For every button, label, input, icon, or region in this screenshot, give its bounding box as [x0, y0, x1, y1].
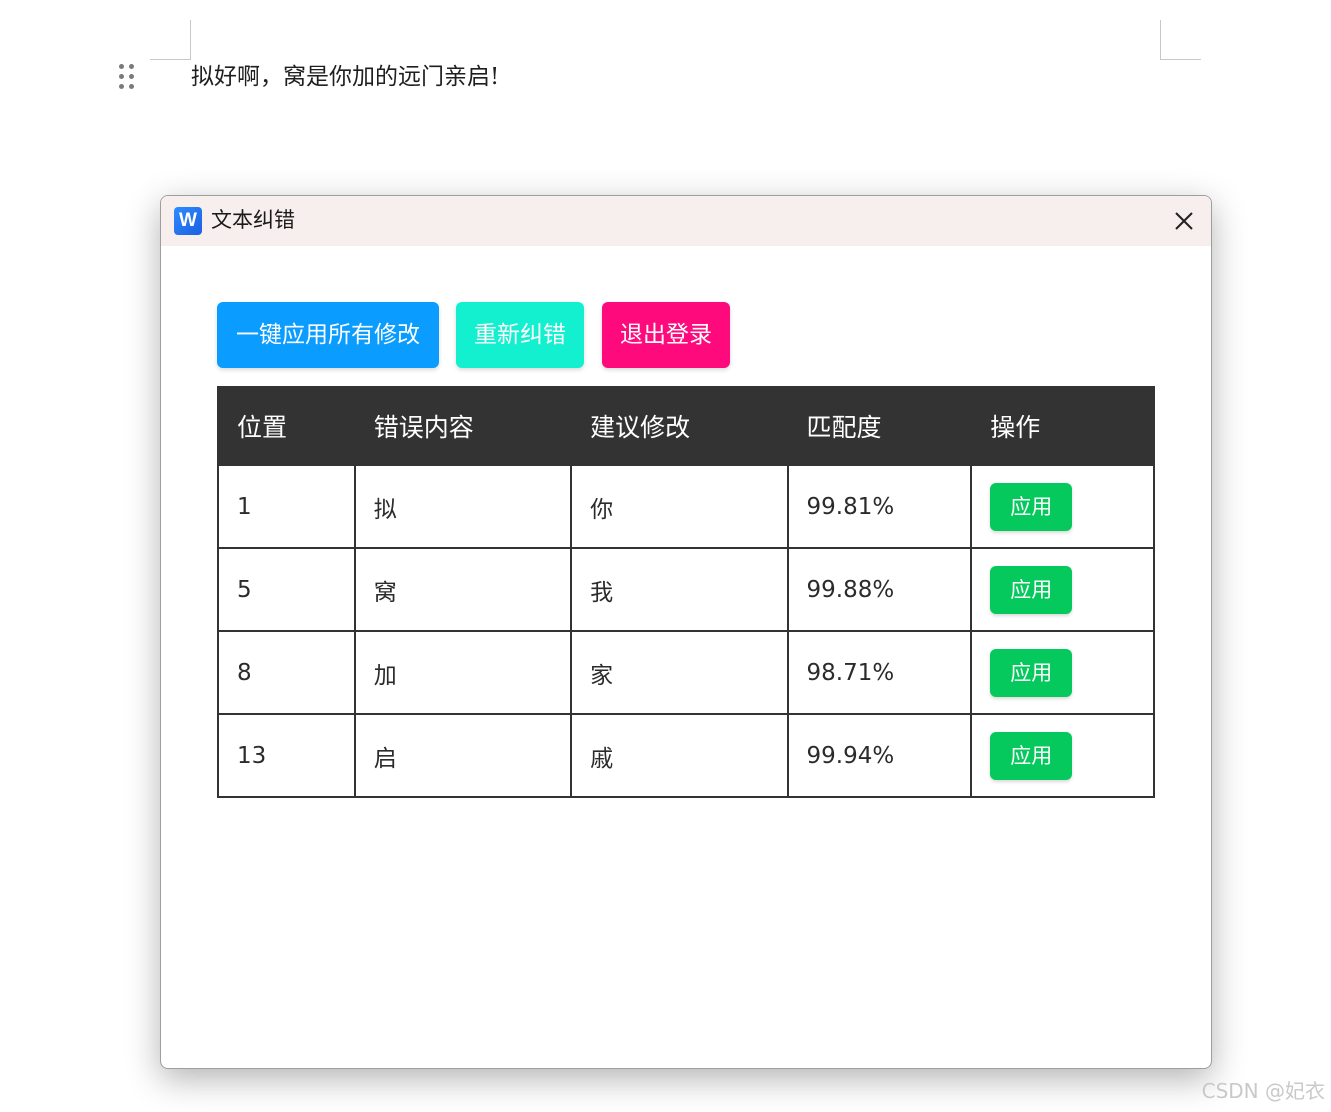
drag-dot [119, 84, 124, 89]
document-paragraph[interactable]: 拟好啊，窝是你加的远门亲启! [191, 60, 499, 94]
drag-handle-icon[interactable] [119, 64, 137, 92]
cell-suggestion: 你 [570, 464, 789, 549]
header-position: 位置 [217, 386, 356, 466]
cell-error: 启 [353, 713, 573, 798]
cell-match: 99.88% [786, 547, 973, 632]
apply-button[interactable]: 应用 [990, 482, 1073, 531]
cell-position: 13 [217, 713, 356, 798]
document-page: 拟好啊，窝是你加的远门亲启! W 文本纠错 一键应用所有修改 重新纠错 退出登录 [0, 0, 1331, 1112]
drag-dot [129, 84, 134, 89]
word-app-icon: W [174, 207, 202, 235]
cell-suggestion: 戚 [570, 713, 789, 798]
cell-action: 应用 [970, 713, 1155, 798]
drag-dot [119, 64, 124, 69]
apply-button[interactable]: 应用 [990, 731, 1073, 780]
cell-match: 99.94% [786, 713, 973, 798]
cell-match: 98.71% [786, 630, 973, 715]
cell-error: 加 [353, 630, 573, 715]
text-correction-dialog: W 文本纠错 一键应用所有修改 重新纠错 退出登录 位置 错误内容 建议修改 匹… [160, 195, 1212, 1069]
dialog-title: 文本纠错 [211, 208, 295, 232]
cell-suggestion: 家 [570, 630, 789, 715]
logout-button[interactable]: 退出登录 [602, 302, 730, 368]
dialog-titlebar: W 文本纠错 [161, 196, 1211, 246]
cell-position: 8 [217, 630, 356, 715]
drag-dot [129, 74, 134, 79]
page-corner-mark-top-right [1160, 20, 1201, 60]
apply-button[interactable]: 应用 [990, 648, 1073, 697]
correction-table: 位置 错误内容 建议修改 匹配度 操作 1 拟 你 99.81% 应用 5 窝 [217, 386, 1155, 798]
cell-action: 应用 [970, 547, 1155, 632]
cell-match: 99.81% [786, 464, 973, 549]
drag-dot [129, 64, 134, 69]
apply-all-button[interactable]: 一键应用所有修改 [217, 302, 439, 368]
table-row: 13 启 戚 99.94% 应用 [217, 713, 1155, 798]
header-error: 错误内容 [353, 386, 573, 466]
cell-suggestion: 我 [570, 547, 789, 632]
page-corner-mark-top-left [150, 20, 191, 60]
cell-action: 应用 [970, 630, 1155, 715]
cell-error: 拟 [353, 464, 573, 549]
cell-position: 5 [217, 547, 356, 632]
table-header-row: 位置 错误内容 建议修改 匹配度 操作 [217, 386, 1155, 466]
cell-position: 1 [217, 464, 356, 549]
apply-button[interactable]: 应用 [990, 565, 1073, 614]
watermark: CSDN @妃衣 [1201, 1079, 1325, 1103]
cell-action: 应用 [970, 464, 1155, 549]
cell-error: 窝 [353, 547, 573, 632]
table-row: 5 窝 我 99.88% 应用 [217, 547, 1155, 632]
header-match: 匹配度 [786, 386, 973, 466]
table-row: 8 加 家 98.71% 应用 [217, 630, 1155, 715]
drag-dot [119, 74, 124, 79]
header-action: 操作 [970, 386, 1155, 466]
close-icon[interactable] [1171, 208, 1197, 234]
recheck-button[interactable]: 重新纠错 [456, 302, 584, 368]
header-suggestion: 建议修改 [570, 386, 789, 466]
table-row: 1 拟 你 99.81% 应用 [217, 464, 1155, 549]
